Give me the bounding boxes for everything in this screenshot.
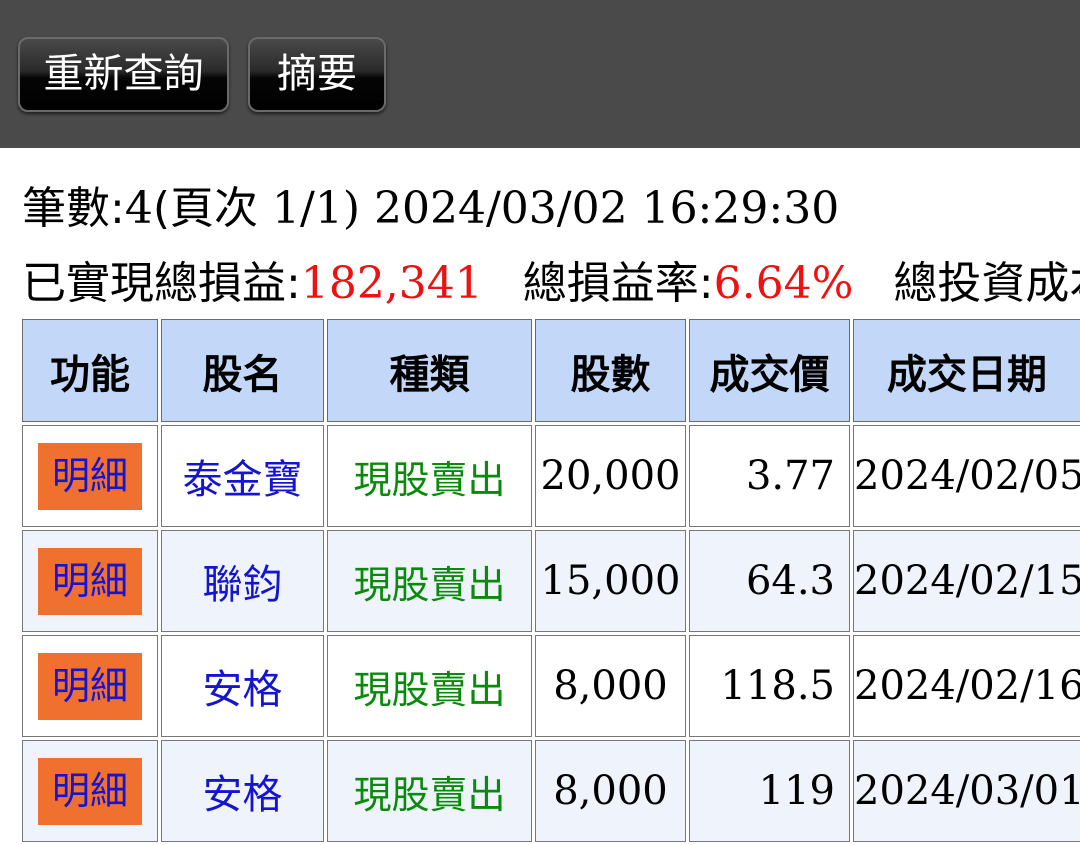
trade-type: 現股賣出	[353, 457, 506, 502]
cell-price: 119	[689, 740, 850, 842]
stock-name-link[interactable]: 泰金寶	[183, 457, 303, 503]
table-row: 明細 安格 現股賣出 8,000 118.5 2024/02/16	[22, 635, 1080, 737]
cell-price: 64.3	[689, 530, 850, 632]
table-row: 明細 泰金寶 現股賣出 20,000 3.77 2024/02/05	[22, 425, 1080, 527]
cell-shares: 20,000	[535, 425, 686, 527]
cell-stock[interactable]: 泰金寶	[161, 425, 324, 527]
cell-price: 3.77	[689, 425, 850, 527]
col-header-action: 功能	[22, 319, 158, 422]
summary-button[interactable]: 摘要	[248, 37, 386, 112]
detail-button[interactable]: 明細	[38, 757, 142, 825]
record-count-label: 筆數:	[22, 183, 125, 234]
detail-button[interactable]: 明細	[38, 442, 142, 510]
cell-shares: 8,000	[535, 740, 686, 842]
detail-button[interactable]: 明細	[38, 652, 142, 720]
cell-date: 2024/02/05	[853, 425, 1080, 527]
summary-info-line: 已實現總損益:182,341 總損益率:6.64% 總投資成本	[22, 256, 1080, 312]
cell-date: 2024/02/15	[853, 530, 1080, 632]
table-row: 明細 安格 現股賣出 8,000 119 2024/03/01	[22, 740, 1080, 842]
cell-type: 現股賣出	[327, 425, 532, 527]
stock-name-link[interactable]: 安格	[203, 772, 283, 818]
cell-type: 現股賣出	[327, 635, 532, 737]
query-datetime: 2024/03/02 16:29:30	[373, 183, 840, 234]
trade-type: 現股賣出	[353, 667, 506, 712]
trade-type: 現股賣出	[353, 562, 506, 607]
trade-type: 現股賣出	[353, 772, 506, 817]
pl-rate-value: 6.64%	[713, 258, 854, 309]
record-info-line: 筆數:4(頁次 1/1) 2024/03/02 16:29:30	[22, 183, 839, 235]
col-header-shares: 股數	[535, 319, 686, 422]
cell-stock[interactable]: 聯鈞	[161, 530, 324, 632]
cell-shares: 15,000	[535, 530, 686, 632]
trade-table: 功能 股名 種類 股數 成交價 成交日期 明細 泰金寶 現股賣出 20,000 …	[22, 319, 1080, 845]
realized-pl-value: 182,341	[300, 258, 483, 309]
cell-date: 2024/02/16	[853, 635, 1080, 737]
record-count-value: 4	[124, 183, 153, 234]
col-header-stock: 股名	[161, 319, 324, 422]
page-label: (頁次	[152, 183, 258, 234]
cell-price: 118.5	[689, 635, 850, 737]
col-header-price: 成交價	[689, 319, 850, 422]
cell-type: 現股賣出	[327, 740, 532, 842]
cell-stock[interactable]: 安格	[161, 635, 324, 737]
cell-shares: 8,000	[535, 635, 686, 737]
detail-button[interactable]: 明細	[38, 547, 142, 615]
requery-button[interactable]: 重新查詢	[18, 37, 229, 112]
stock-name-link[interactable]: 安格	[203, 667, 283, 713]
cell-type: 現股賣出	[327, 530, 532, 632]
table-row: 明細 聯鈞 現股賣出 15,000 64.3 2024/02/15	[22, 530, 1080, 632]
cell-date: 2024/03/01	[853, 740, 1080, 842]
realized-pl-label: 已實現總損益:	[22, 258, 301, 309]
pl-rate-label: 總損益率:	[522, 258, 714, 309]
stock-name-link[interactable]: 聯鈞	[203, 562, 283, 608]
col-header-date: 成交日期	[853, 319, 1080, 422]
cell-stock[interactable]: 安格	[161, 740, 324, 842]
page-value: 1/1)	[272, 183, 360, 234]
cell-action: 明細	[22, 740, 158, 842]
cell-action: 明細	[22, 425, 158, 527]
cell-action: 明細	[22, 530, 158, 632]
cell-action: 明細	[22, 635, 158, 737]
total-investment-label: 總投資成本	[893, 258, 1080, 309]
col-header-type: 種類	[327, 319, 532, 422]
top-toolbar: 重新查詢 摘要	[0, 0, 1080, 148]
table-header-row: 功能 股名 種類 股數 成交價 成交日期	[22, 319, 1080, 422]
